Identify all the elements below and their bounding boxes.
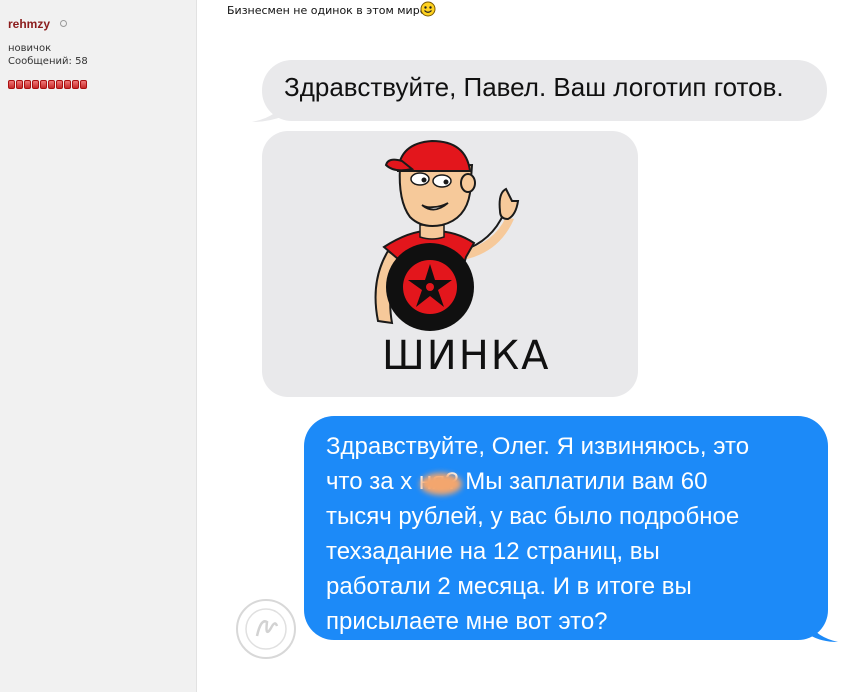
reputation-pip: [72, 80, 79, 89]
reputation-pip: [80, 80, 87, 89]
smiley-icon: [420, 1, 436, 17]
incoming-message-bubble: Здравствуйте, Павел. Ваш логотип готов.: [262, 60, 827, 121]
user-sidebar: rehmzy новичок Сообщений: 58: [0, 0, 197, 692]
post-count-value: 58: [75, 56, 88, 67]
reputation-pip: [56, 80, 63, 89]
watermark-stamp-icon: [236, 599, 296, 659]
user-rank: новичок: [8, 43, 52, 54]
post-count-label: Сообщений:: [8, 56, 72, 67]
post-count: Сообщений: 58: [8, 56, 88, 67]
post-title: Бизнесмен не одинок в этом мире: [227, 4, 427, 17]
mascot-logo: ШИНКА: [374, 139, 551, 379]
outgoing-bubble-tail: [808, 618, 838, 642]
outgoing-message-line: тысяч рублей, у вас было подробное: [326, 503, 740, 530]
online-status-icon: [60, 20, 67, 27]
reputation-pip: [64, 80, 71, 89]
reputation-pip: [24, 80, 31, 89]
logo-caption: ШИНКА: [382, 333, 551, 379]
reputation-pip: [32, 80, 39, 89]
outgoing-message-bubble: Здравствуйте, Олег. Я извиняюсь, это что…: [304, 416, 828, 640]
outgoing-message-line: Здравствуйте, Олег. Я извиняюсь, это: [326, 433, 750, 460]
reputation-pip: [40, 80, 47, 89]
outgoing-message-text: Здравствуйте, Олег. Я извиняюсь, это что…: [326, 429, 822, 639]
reputation-pip: [48, 80, 55, 89]
outgoing-message-line: присылаете мне вот это?: [326, 608, 608, 635]
outgoing-message-line: работали 2 месяца. И в итоге вы: [326, 573, 692, 600]
username-link[interactable]: rehmzy: [8, 17, 50, 31]
outgoing-message-line: техзадание на 12 страниц, вы: [326, 538, 660, 565]
reputation-bar: [8, 80, 87, 89]
outgoing-message-line: что за х ня? Мы заплатили вам 60: [326, 468, 708, 495]
reputation-pip: [8, 80, 15, 89]
incoming-message-text: Здравствуйте, Павел. Ваш логотип готов.: [284, 72, 784, 102]
logo-image-card[interactable]: ШИНКА: [262, 131, 638, 397]
reputation-pip: [16, 80, 23, 89]
censor-blur: [420, 473, 462, 495]
